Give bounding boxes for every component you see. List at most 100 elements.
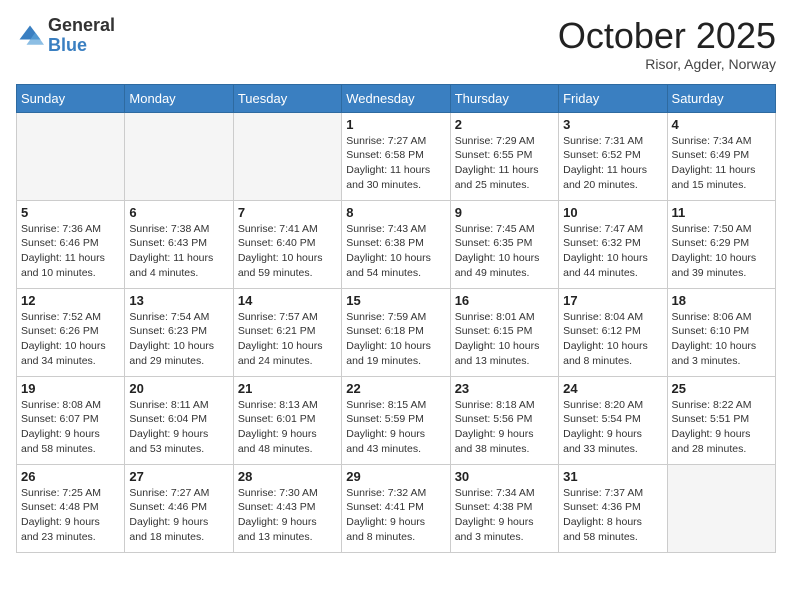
day-header-monday: Monday <box>125 84 233 112</box>
calendar-cell: 14Sunrise: 7:57 AM Sunset: 6:21 PM Dayli… <box>233 288 341 376</box>
calendar-cell: 22 Sunrise: 8:15 AM Sunset: 5:59 PM Dayli… <box>342 376 450 464</box>
day-info: Sunrise: 8:11 AM Sunset: 6:04 PM Dayligh… <box>129 398 228 457</box>
day-header-friday: Friday <box>559 84 667 112</box>
day-number: 4 <box>672 117 771 132</box>
day-info: Sunrise: 7:50 AM Sunset: 6:29 PM Dayligh… <box>672 222 771 281</box>
calendar-cell: 31 Sunrise: 7:37 AM Sunset: 4:36 PM Dayli… <box>559 464 667 552</box>
calendar-cell: 3 Sunrise: 7:31 AM Sunset: 6:52 PM Daylig… <box>559 112 667 200</box>
day-info: Sunrise: 7:38 AM Sunset: 6:43 PM Dayligh… <box>129 222 228 281</box>
day-number: 27 <box>129 469 228 484</box>
day-number: 22 <box>346 381 445 396</box>
day-header-saturday: Saturday <box>667 84 775 112</box>
calendar-cell: 10 Sunrise: 7:47 AM Sunset: 6:32 PM Dayli… <box>559 200 667 288</box>
calendar-cell: 29 Sunrise: 7:32 AM Sunset: 4:41 PM Dayli… <box>342 464 450 552</box>
day-info: Sunrise: 7:25 AM Sunset: 4:48 PM Dayligh… <box>21 486 120 545</box>
day-number: 17 <box>563 293 662 308</box>
day-info: Sunrise: 8:20 AM Sunset: 5:54 PM Dayligh… <box>563 398 662 457</box>
day-number: 20 <box>129 381 228 396</box>
logo-icon <box>16 22 44 50</box>
day-info: Sunrise: 7:59 AM Sunset: 6:18 PM Dayligh… <box>346 310 445 369</box>
day-number: 15 <box>346 293 445 308</box>
location-subtitle: Risor, Agder, Norway <box>558 56 776 72</box>
day-info: Sunrise: 8:18 AM Sunset: 5:56 PM Dayligh… <box>455 398 554 457</box>
page-header: General Blue October 2025 Risor, Agder, … <box>16 16 776 72</box>
week-row-4: 19 Sunrise: 8:08 AM Sunset: 6:07 PM Dayli… <box>17 376 776 464</box>
day-header-sunday: Sunday <box>17 84 125 112</box>
day-info: Sunrise: 7:27 AM Sunset: 4:46 PM Dayligh… <box>129 486 228 545</box>
day-number: 31 <box>563 469 662 484</box>
calendar-cell: 12Sunrise: 7:52 AM Sunset: 6:26 PM Dayli… <box>17 288 125 376</box>
calendar-cell: 26 Sunrise: 7:25 AM Sunset: 4:48 PM Dayli… <box>17 464 125 552</box>
day-number: 8 <box>346 205 445 220</box>
day-info: Sunrise: 7:34 AM Sunset: 6:49 PM Dayligh… <box>672 134 771 193</box>
calendar-cell: 11 Sunrise: 7:50 AM Sunset: 6:29 PM Dayli… <box>667 200 775 288</box>
week-row-1: 1 Sunrise: 7:27 AM Sunset: 6:58 PM Daylig… <box>17 112 776 200</box>
month-title: October 2025 <box>558 16 776 56</box>
day-number: 21 <box>238 381 337 396</box>
day-info: Sunrise: 7:45 AM Sunset: 6:35 PM Dayligh… <box>455 222 554 281</box>
day-number: 24 <box>563 381 662 396</box>
calendar-header-row: SundayMondayTuesdayWednesdayThursdayFrid… <box>17 84 776 112</box>
day-number: 28 <box>238 469 337 484</box>
day-info: Sunrise: 7:37 AM Sunset: 4:36 PM Dayligh… <box>563 486 662 545</box>
day-number: 3 <box>563 117 662 132</box>
day-number: 9 <box>455 205 554 220</box>
day-info: Sunrise: 7:29 AM Sunset: 6:55 PM Dayligh… <box>455 134 554 193</box>
calendar-cell: 2 Sunrise: 7:29 AM Sunset: 6:55 PM Daylig… <box>450 112 558 200</box>
day-info: Sunrise: 7:34 AM Sunset: 4:38 PM Dayligh… <box>455 486 554 545</box>
day-number: 25 <box>672 381 771 396</box>
title-block: October 2025 Risor, Agder, Norway <box>558 16 776 72</box>
calendar-cell: 13Sunrise: 7:54 AM Sunset: 6:23 PM Dayli… <box>125 288 233 376</box>
day-number: 18 <box>672 293 771 308</box>
day-info: Sunrise: 8:13 AM Sunset: 6:01 PM Dayligh… <box>238 398 337 457</box>
day-info: Sunrise: 8:01 AM Sunset: 6:15 PM Dayligh… <box>455 310 554 369</box>
day-header-wednesday: Wednesday <box>342 84 450 112</box>
day-info: Sunrise: 7:52 AM Sunset: 6:26 PM Dayligh… <box>21 310 120 369</box>
calendar-table: SundayMondayTuesdayWednesdayThursdayFrid… <box>16 84 776 553</box>
day-number: 19 <box>21 381 120 396</box>
calendar-cell: 4 Sunrise: 7:34 AM Sunset: 6:49 PM Daylig… <box>667 112 775 200</box>
day-info: Sunrise: 8:06 AM Sunset: 6:10 PM Dayligh… <box>672 310 771 369</box>
calendar-cell: 25 Sunrise: 8:22 AM Sunset: 5:51 PM Dayli… <box>667 376 775 464</box>
calendar-cell <box>17 112 125 200</box>
calendar-cell <box>667 464 775 552</box>
day-info: Sunrise: 8:08 AM Sunset: 6:07 PM Dayligh… <box>21 398 120 457</box>
day-info: Sunrise: 7:31 AM Sunset: 6:52 PM Dayligh… <box>563 134 662 193</box>
day-number: 1 <box>346 117 445 132</box>
calendar-cell: 15 Sunrise: 7:59 AM Sunset: 6:18 PM Dayli… <box>342 288 450 376</box>
calendar-cell: 7Sunrise: 7:41 AM Sunset: 6:40 PM Daylig… <box>233 200 341 288</box>
calendar-cell: 24 Sunrise: 8:20 AM Sunset: 5:54 PM Dayli… <box>559 376 667 464</box>
day-info: Sunrise: 7:57 AM Sunset: 6:21 PM Dayligh… <box>238 310 337 369</box>
logo: General Blue <box>16 16 115 56</box>
day-info: Sunrise: 8:15 AM Sunset: 5:59 PM Dayligh… <box>346 398 445 457</box>
day-number: 29 <box>346 469 445 484</box>
logo-blue-text: Blue <box>48 35 87 55</box>
calendar-cell: 27 Sunrise: 7:27 AM Sunset: 4:46 PM Dayli… <box>125 464 233 552</box>
day-number: 2 <box>455 117 554 132</box>
calendar-cell: 18 Sunrise: 8:06 AM Sunset: 6:10 PM Dayli… <box>667 288 775 376</box>
day-number: 26 <box>21 469 120 484</box>
day-info: Sunrise: 8:22 AM Sunset: 5:51 PM Dayligh… <box>672 398 771 457</box>
calendar-cell: 17Sunrise: 8:04 AM Sunset: 6:12 PM Dayli… <box>559 288 667 376</box>
day-number: 11 <box>672 205 771 220</box>
logo-general-text: General <box>48 15 115 35</box>
day-info: Sunrise: 7:43 AM Sunset: 6:38 PM Dayligh… <box>346 222 445 281</box>
day-info: Sunrise: 7:32 AM Sunset: 4:41 PM Dayligh… <box>346 486 445 545</box>
day-number: 23 <box>455 381 554 396</box>
day-number: 13 <box>129 293 228 308</box>
day-info: Sunrise: 7:27 AM Sunset: 6:58 PM Dayligh… <box>346 134 445 193</box>
day-number: 10 <box>563 205 662 220</box>
calendar-cell: 23 Sunrise: 8:18 AM Sunset: 5:56 PM Dayli… <box>450 376 558 464</box>
calendar-cell: 30Sunrise: 7:34 AM Sunset: 4:38 PM Dayli… <box>450 464 558 552</box>
logo-text: General Blue <box>48 16 115 56</box>
calendar-cell: 1 Sunrise: 7:27 AM Sunset: 6:58 PM Daylig… <box>342 112 450 200</box>
calendar-cell: 21 Sunrise: 8:13 AM Sunset: 6:01 PM Dayli… <box>233 376 341 464</box>
day-info: Sunrise: 7:47 AM Sunset: 6:32 PM Dayligh… <box>563 222 662 281</box>
calendar-cell: 16Sunrise: 8:01 AM Sunset: 6:15 PM Dayli… <box>450 288 558 376</box>
calendar-cell <box>125 112 233 200</box>
calendar-cell: 28 Sunrise: 7:30 AM Sunset: 4:43 PM Dayli… <box>233 464 341 552</box>
day-number: 5 <box>21 205 120 220</box>
day-number: 6 <box>129 205 228 220</box>
day-info: Sunrise: 7:30 AM Sunset: 4:43 PM Dayligh… <box>238 486 337 545</box>
calendar-cell: 6 Sunrise: 7:38 AM Sunset: 6:43 PM Daylig… <box>125 200 233 288</box>
